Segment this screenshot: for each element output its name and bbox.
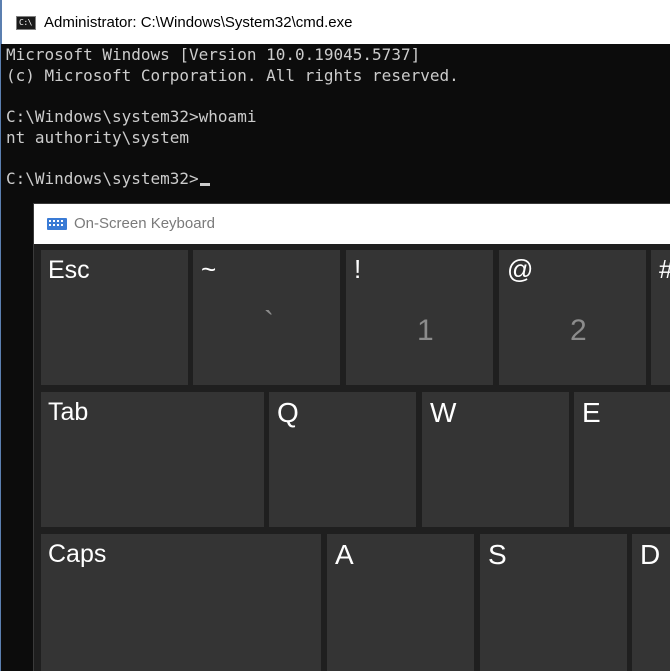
key-backtick[interactable]: ~ ` — [193, 250, 340, 385]
key-base-label: 1 — [417, 314, 434, 347]
console-line: (c) Microsoft Corporation. All rights re… — [6, 65, 459, 85]
key-base-label: 2 — [570, 314, 587, 347]
key-1[interactable]: ! 1 — [346, 250, 493, 385]
key-label: D — [640, 539, 661, 570]
key-shift-label: # — [659, 254, 670, 284]
console-prompt: C:\Windows\system32> — [6, 169, 199, 189]
key-w[interactable]: W — [422, 392, 569, 527]
key-label: S — [488, 539, 507, 570]
key-base-label: ` — [264, 306, 274, 339]
console-prompt-line[interactable]: C:\Windows\system32> — [6, 169, 666, 190]
key-label: E — [582, 397, 601, 428]
osk-window-title: On-Screen Keyboard — [74, 215, 215, 232]
console-output[interactable]: Microsoft Windows [Version 10.0.19045.57… — [6, 45, 666, 190]
console-line: Microsoft Windows [Version 10.0.19045.57… — [6, 45, 421, 64]
key-label: Q — [277, 397, 299, 428]
key-a[interactable]: A — [327, 534, 474, 671]
key-tab[interactable]: Tab — [41, 392, 264, 527]
key-esc[interactable]: Esc — [41, 250, 188, 385]
key-3[interactable]: # — [651, 250, 670, 385]
key-label: Tab — [48, 398, 89, 426]
key-q[interactable]: Q — [269, 392, 416, 527]
on-screen-keyboard-window[interactable]: On-Screen Keyboard Esc ~ ` ! 1 @ 2 # Tab… — [34, 204, 670, 671]
key-2[interactable]: @ 2 — [499, 250, 646, 385]
key-label: A — [335, 539, 354, 570]
key-s[interactable]: S — [480, 534, 627, 671]
key-label: Caps — [48, 540, 107, 568]
cmd-window-title: Administrator: C:\Windows\System32\cmd.e… — [44, 14, 353, 31]
cmd-app-icon[interactable] — [16, 16, 36, 30]
key-label: Esc — [48, 256, 90, 284]
key-shift-label: ~ — [201, 254, 217, 284]
key-shift-label: ! — [354, 254, 362, 284]
text-cursor — [199, 183, 210, 187]
key-e[interactable]: E — [574, 392, 670, 527]
key-caps-lock[interactable]: Caps — [41, 534, 321, 671]
keyboard-icon — [47, 218, 67, 230]
osk-title-bar[interactable]: On-Screen Keyboard — [34, 204, 670, 244]
console-line: nt authority\system — [6, 127, 190, 147]
key-label: W — [430, 397, 457, 428]
key-shift-label: @ — [507, 254, 534, 284]
console-line: C:\Windows\system32>whoami — [6, 107, 257, 127]
key-d[interactable]: D — [632, 534, 670, 671]
cmd-title-bar[interactable]: Administrator: C:\Windows\System32\cmd.e… — [1, 0, 670, 44]
